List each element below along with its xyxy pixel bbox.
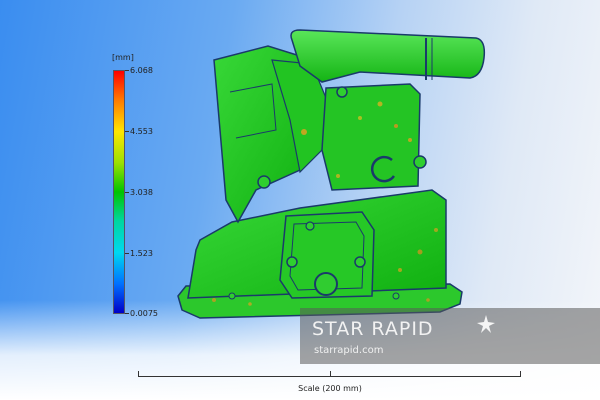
boss-hole (257, 175, 271, 189)
watermark-url: starrapid.com (314, 345, 384, 356)
boss-hole (354, 256, 366, 268)
legend-color-bar (113, 70, 125, 314)
boss-hole (286, 256, 298, 268)
part-right-box (321, 83, 421, 191)
boss-hole (336, 86, 348, 98)
front-port-hole (314, 272, 338, 296)
scale-tick-right (520, 371, 521, 377)
scale-tick-mid (330, 371, 331, 377)
star-rapid-watermark: STAR RAPID starrapid.com (300, 308, 600, 364)
legend-tick (125, 192, 129, 193)
legend-tick (125, 313, 129, 314)
3d-viewport[interactable]: [mm] 6.068 4.553 3.038 1.523 0.0075 STAR… (0, 0, 600, 400)
legend-tick (125, 131, 129, 132)
scale-tick-left (138, 371, 139, 377)
boss-hole (413, 155, 427, 169)
legend-label: 4.553 (130, 127, 153, 136)
watermark-title: STAR RAPID (312, 318, 434, 340)
boss-hole (392, 292, 400, 300)
part-top-pipe (290, 29, 486, 83)
legend-label-min: 0.0075 (130, 309, 158, 318)
legend-label-max: 6.068 (130, 66, 153, 75)
legend-label: 3.038 (130, 188, 153, 197)
star-icon (477, 315, 495, 333)
boss-hole (305, 221, 315, 231)
legend-tick (125, 70, 129, 71)
legend-label: 1.523 (130, 249, 153, 258)
legend-unit: [mm] (112, 53, 134, 62)
legend-tick (125, 253, 129, 254)
scale-label: Scale (200 mm) (298, 384, 362, 393)
boss-hole (228, 292, 236, 300)
